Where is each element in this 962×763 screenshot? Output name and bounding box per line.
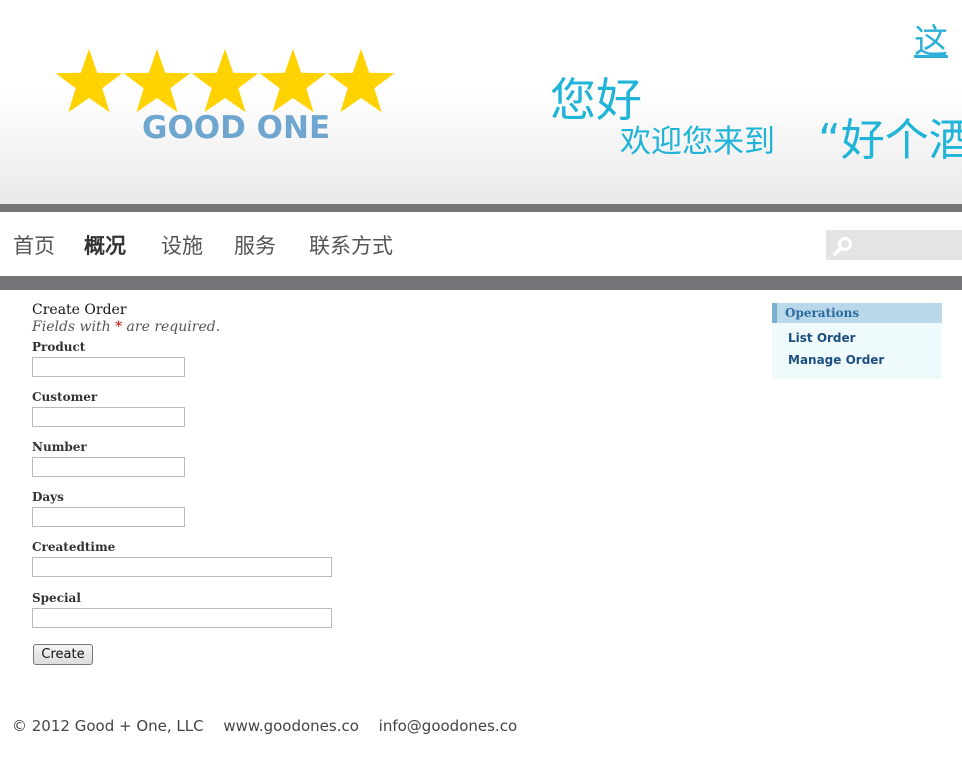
required-note: Fields with * are required. [32, 319, 220, 335]
special-input[interactable] [32, 608, 332, 628]
nav-item-home[interactable]: 首页 [13, 230, 55, 260]
hotel-name-text: “好个酒 [818, 115, 962, 166]
customer-field-group: Customer [32, 390, 185, 427]
days-input[interactable] [32, 507, 185, 527]
required-note-prefix: Fields with [32, 319, 116, 335]
days-field-group: Days [32, 490, 185, 527]
footer-copyright: © 2012 Good + One, LLC [12, 717, 204, 735]
product-label: Product [32, 340, 86, 354]
form-title: Create Order [32, 302, 127, 318]
create-button[interactable]: Create [33, 644, 93, 665]
special-field-group: Special [32, 591, 332, 628]
operations-title: Operations [772, 303, 942, 323]
list-order-link[interactable]: List Order [788, 331, 942, 345]
site-footer: © 2012 Good + One, LLC www.goodones.co i… [12, 717, 532, 735]
five-star-logo-icon [55, 49, 395, 113]
footer-email[interactable]: info@goodones.co [379, 717, 517, 735]
nav-bottom-bar [0, 276, 962, 290]
header-top-link[interactable]: 这 [914, 14, 948, 63]
welcome-text: 欢迎您来到 [620, 124, 775, 160]
product-field-group: Product [32, 340, 185, 377]
required-note-suffix: are required. [122, 319, 221, 335]
nav-item-contact[interactable]: 联系方式 [309, 230, 393, 260]
product-input[interactable] [32, 357, 185, 377]
manage-order-link[interactable]: Manage Order [788, 353, 942, 367]
footer-website[interactable]: www.goodones.co [223, 717, 359, 735]
days-label: Days [32, 490, 64, 504]
search-input[interactable] [856, 230, 960, 260]
nav-item-overview[interactable]: 概况 [84, 230, 126, 260]
number-label: Number [32, 440, 87, 454]
createdtime-field-group: Createdtime [32, 540, 332, 577]
nav-top-bar [0, 204, 962, 212]
operations-panel: Operations List Order Manage Order [772, 303, 942, 379]
search-box [826, 230, 962, 260]
logo-text: GOOD ONE [142, 110, 331, 146]
number-field-group: Number [32, 440, 185, 477]
customer-input[interactable] [32, 407, 185, 427]
customer-label: Customer [32, 390, 98, 404]
number-input[interactable] [32, 457, 185, 477]
site-header: GOOD ONE 您好 欢迎您来到 “好个酒 这 [0, 0, 962, 204]
create-order-form: Create Order Fields with * are required.… [32, 302, 332, 665]
nav-item-facilities[interactable]: 设施 [161, 230, 203, 260]
createdtime-label: Createdtime [32, 540, 116, 554]
nav-item-services[interactable]: 服务 [234, 230, 276, 260]
main-nav: 首页 概况 设施 服务 联系方式 [0, 212, 962, 276]
createdtime-input[interactable] [32, 557, 332, 577]
search-icon[interactable] [833, 236, 853, 256]
special-label: Special [32, 591, 81, 605]
